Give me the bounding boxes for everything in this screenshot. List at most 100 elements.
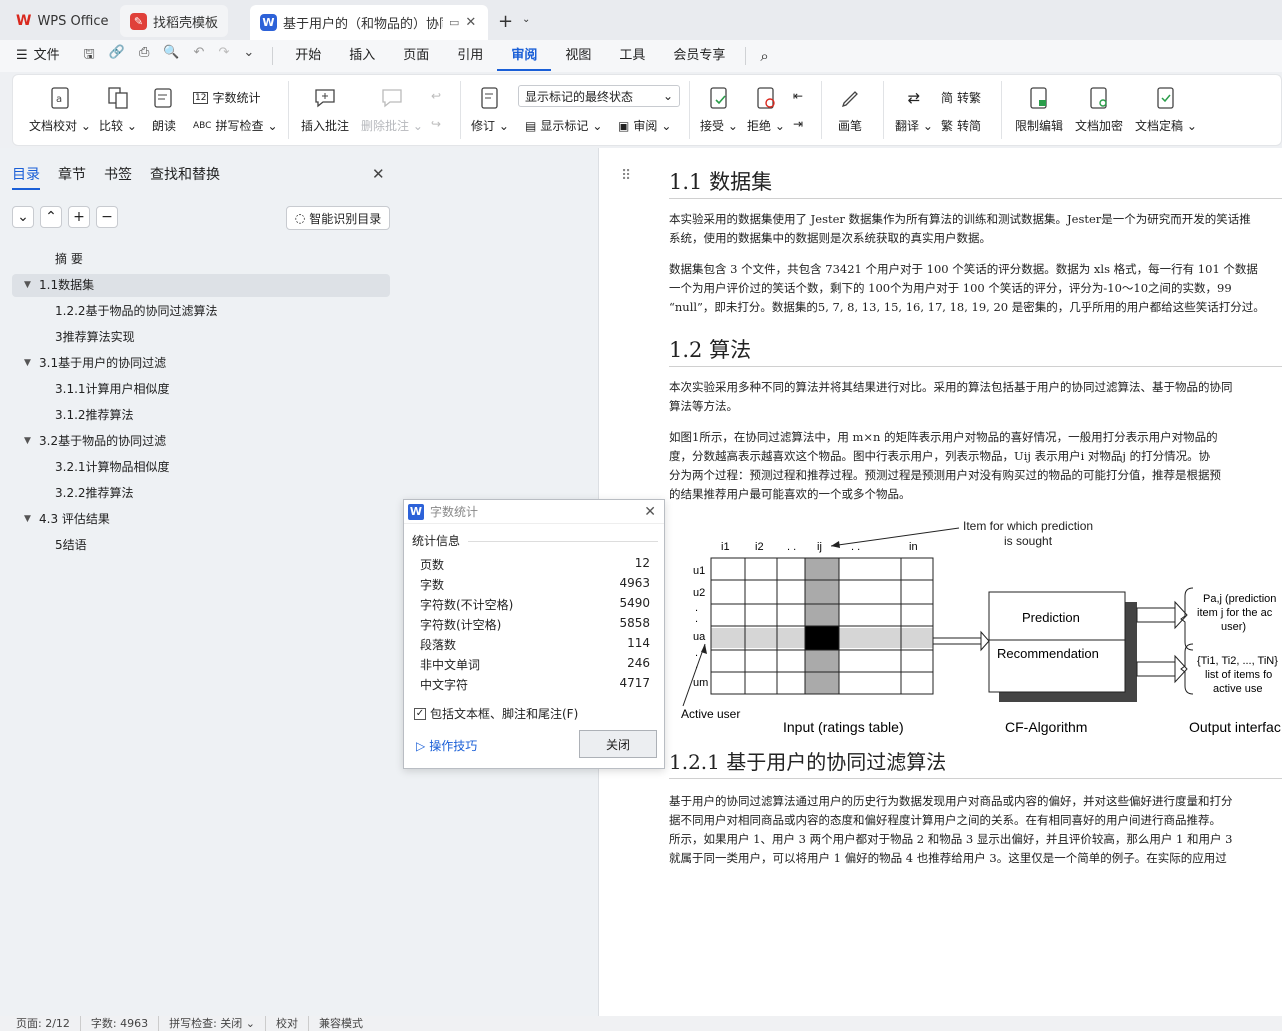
close-button[interactable]: 关闭 <box>579 730 657 758</box>
restrict-edit-button[interactable]: 限制编辑 <box>1015 85 1063 134</box>
tips-link[interactable]: ▷ 操作技巧 <box>416 737 477 754</box>
undo-icon[interactable]: ↶ <box>194 45 205 67</box>
menu-tools[interactable]: 工具 <box>605 40 659 72</box>
add-heading-button[interactable]: + <box>68 206 90 228</box>
expand-up-button[interactable]: ⌃ <box>40 206 62 228</box>
close-icon[interactable]: ✕ <box>644 504 656 520</box>
insert-comment-button[interactable]: 插入批注 <box>301 85 349 134</box>
accept-icon <box>706 85 732 111</box>
toc-item[interactable]: 1.2.2基于物品的协同过滤算法 <box>12 300 390 323</box>
text-line: 据不同用户对相同商品或内容的态度和偏好程度计算用户之间的关系。在有相同喜好的用户… <box>669 813 1221 827</box>
file-menu[interactable]: ☰ 文件 <box>0 40 74 72</box>
menu-review[interactable]: 审阅 <box>497 41 552 71</box>
toc-item[interactable]: 摘 要 <box>12 248 390 271</box>
paragraph-4: 如图1所示，在协同过滤算法中，用 m×n 的矩阵表示用户对物品的喜好情况，一般用… <box>669 428 1282 504</box>
tab-document[interactable]: W 基于用户的（和物品的）协同过 ▭ ✕ <box>250 5 488 40</box>
translate-button[interactable]: ⇄ 翻译 ⌄ <box>895 85 933 134</box>
monitor-icon: ▭ <box>449 16 460 29</box>
save-icon[interactable]: 🖫 <box>84 45 95 67</box>
status-spell[interactable]: 拼写检查: 关闭 ⌄ <box>159 1016 267 1031</box>
collapse-all-button[interactable]: ⌄ <box>12 206 34 228</box>
dialog-titlebar[interactable]: W 字数统计 ✕ <box>404 500 664 524</box>
redo-icon[interactable]: ↷ <box>218 45 229 67</box>
word-count-button[interactable]: 12 字数统计 <box>193 89 260 106</box>
status-words[interactable]: 字数: 4963 <box>81 1016 160 1031</box>
nav-tab-toc[interactable]: 目录 <box>12 164 40 190</box>
menu-reference[interactable]: 引用 <box>443 40 497 72</box>
show-markup-button[interactable]: ▤ 显示标记 ⌄ <box>525 117 602 134</box>
to-simplified-button[interactable]: 繁 转简 <box>941 117 981 134</box>
stats-label: 页数 <box>420 558 445 572</box>
print-preview-icon[interactable]: 🔍 <box>163 45 179 67</box>
close-icon[interactable]: ✕ <box>465 15 476 30</box>
toc-item[interactable]: 5结语 <box>12 534 390 557</box>
remove-heading-button[interactable]: − <box>96 206 118 228</box>
pen-button[interactable]: 画笔 <box>837 85 863 134</box>
toc-item[interactable]: ▼ 4.3 评估结果 <box>12 508 390 531</box>
next-change-icon[interactable]: ⇥ <box>793 117 803 131</box>
search-icon[interactable]: ⌕ <box>752 47 776 65</box>
traditional-icon: 简 <box>941 91 954 105</box>
print-icon[interactable]: ⎙ <box>139 45 149 67</box>
navigation-panel: 目录 章节 书签 查找和替换 ✕ ⌄ ⌃ + − ◌ 智能识别目录 摘 要 ▼ 1.… <box>0 148 402 1016</box>
next-comment-icon[interactable]: ↪ <box>431 117 441 131</box>
toc-item[interactable]: 3推荐算法实现 <box>12 326 390 349</box>
drag-handle-icon[interactable]: ⠿ <box>621 168 631 184</box>
expand-arrow-icon[interactable]: ▼ <box>24 508 31 531</box>
status-page[interactable]: 页面: 2/12 <box>0 1016 81 1031</box>
read-aloud-button[interactable]: 朗读 <box>151 85 177 134</box>
text-line: 基于用户的协同过滤算法通过用户的历史行为数据发现用户对商品或内容的偏好，并对这些… <box>669 794 1233 808</box>
nav-tab-chapter[interactable]: 章节 <box>58 164 86 184</box>
stats-row: 段落数 114 <box>420 636 650 653</box>
toc-item[interactable]: 3.1.1计算用户相似度 <box>12 378 390 401</box>
revise-button[interactable]: 修订 ⌄ <box>471 85 509 134</box>
status-proof[interactable]: 校对 <box>266 1016 310 1031</box>
menu-start[interactable]: 开始 <box>281 40 335 72</box>
expand-arrow-icon[interactable]: ▼ <box>24 352 31 375</box>
menu-page[interactable]: 页面 <box>389 40 443 72</box>
nav-tab-find-replace[interactable]: 查找和替换 <box>150 164 220 184</box>
writer-icon: W <box>260 14 277 31</box>
toc-item[interactable]: ▼ 3.1基于用户的协同过滤 <box>12 352 390 375</box>
spell-check-button[interactable]: ABC 拼写检查 ⌄ <box>193 117 278 134</box>
prev-comment-icon[interactable]: ↩ <box>431 89 441 103</box>
svg-text:.: . <box>695 647 698 659</box>
encrypt-button[interactable]: 文档加密 <box>1075 85 1123 134</box>
chevron-down-icon[interactable]: ⌄ <box>522 14 530 25</box>
to-traditional-button[interactable]: 简 转繁 <box>941 89 981 106</box>
toc-item[interactable]: 3.2.2推荐算法 <box>12 482 390 505</box>
delete-comment-button[interactable]: 删除批注 ⌄ <box>361 85 423 134</box>
toc-item[interactable]: ▼ 1.1数据集 <box>12 274 390 297</box>
expand-arrow-icon[interactable]: ▼ <box>24 430 31 453</box>
reject-button[interactable]: 拒绝 ⌄ <box>747 85 785 134</box>
smart-toc-button[interactable]: ◌ 智能识别目录 <box>286 206 390 230</box>
review-pane-button[interactable]: ▣ 审阅 ⌄ <box>618 117 671 134</box>
toc-item[interactable]: 3.2.1计算物品相似度 <box>12 456 390 479</box>
toc-item[interactable]: ▼ 3.2基于物品的协同过滤 <box>12 430 390 453</box>
tab-docer-templates[interactable]: ✎ 找稻壳模板 <box>120 5 229 37</box>
close-icon[interactable]: ✕ <box>372 165 385 183</box>
accept-button[interactable]: 接受 ⌄ <box>700 85 738 134</box>
plus-icon: + <box>73 209 85 225</box>
menu-member[interactable]: 会员专享 <box>659 40 739 72</box>
finalize-icon <box>1153 85 1179 111</box>
finalize-button[interactable]: 文档定稿 ⌄ <box>1135 85 1197 134</box>
menu-insert[interactable]: 插入 <box>335 40 389 72</box>
link-icon[interactable]: 🔗 <box>109 45 125 67</box>
prev-change-icon[interactable]: ⇤ <box>793 89 803 103</box>
figure-active-user-label: Active user <box>681 707 740 721</box>
tab-wps-office[interactable]: W WPS Office <box>6 5 118 37</box>
nav-tab-bookmark[interactable]: 书签 <box>104 164 132 184</box>
menu-view[interactable]: 视图 <box>551 40 605 72</box>
doc-proof-button[interactable]: a 文档校对 ⌄ <box>29 85 91 134</box>
toc-item[interactable]: 3.1.2推荐算法 <box>12 404 390 427</box>
include-textbox-checkbox[interactable]: ✓ 包括文本框、脚注和尾注(F) <box>414 705 578 722</box>
text-line: 本实验采用的数据集使用了 Jester 数据集作为所有算法的训练和测试数据集。J… <box>669 212 1251 226</box>
new-tab-icon[interactable]: + <box>498 11 513 32</box>
markup-state-select[interactable]: 显示标记的最终状态 ⌄ <box>518 85 680 107</box>
more-chevron-icon[interactable]: ⌄ <box>243 45 254 67</box>
word-count-dialog: W 字数统计 ✕ 统计信息 页数 12 字数 4963 字符数(不计空格) 5490 字符数… <box>403 499 665 769</box>
encrypt-icon <box>1086 85 1112 111</box>
compare-button[interactable]: 比较 ⌄ <box>99 85 137 134</box>
expand-arrow-icon[interactable]: ▼ <box>24 274 31 297</box>
